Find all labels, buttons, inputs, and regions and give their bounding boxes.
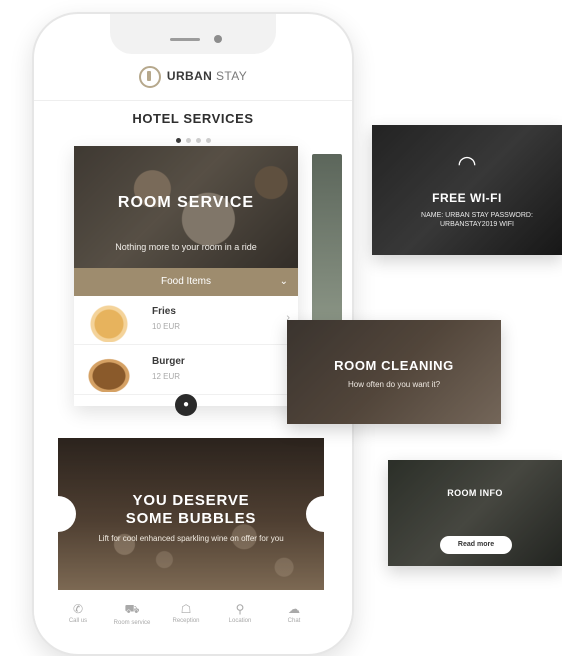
brand-name-light: STAY [215,69,248,84]
item-name: Fries [152,306,176,317]
header-divider [34,100,352,101]
carousel-dots[interactable] [176,130,216,143]
wifi-title: FREE WI-FI [432,191,502,205]
nav-item-call[interactable]: ✆ Call us [56,602,100,624]
dropdown-label: Food Items [160,276,212,287]
room-service-title: ROOM SERVICE [117,194,255,211]
nav-label: Location [228,618,252,624]
brand-header: URBAN STAY [34,66,352,88]
speaker-icon [170,38,200,41]
promo-title: YOU DESERVE SOME BUBBLES [58,492,324,528]
nav-item-chat[interactable]: ☁ Chat [272,602,316,624]
nav-item-location[interactable]: ⚲ Location [218,602,262,624]
cleaning-title: ROOM CLEANING [334,358,454,373]
page-title: HOTEL SERVICES [132,111,254,126]
cleaning-subtitle: How often do you want it? [347,380,441,389]
wifi-subtitle: NAME: URBAN STAY PASSWORD: URBANSTAY2019… [421,212,533,228]
nav-item-room-service[interactable]: ⛟ Room service [110,602,154,626]
logo-icon [138,66,161,88]
fries-thumbnail [80,302,138,342]
info-title: ROOM INFO [447,488,503,498]
list-item[interactable]: Burger 12 EUR › [74,346,298,395]
room-service-subtitle: Nothing more to your room in a ride [115,242,257,252]
brand-name-bold: URBAN [166,69,213,84]
room-service-card[interactable]: ROOM SERVICE Nothing more to your room i… [74,146,298,406]
food-items-dropdown[interactable]: Food Items ⌄ [74,268,298,296]
item-price: 12 EUR [152,372,181,381]
cart-icon: ⛟ [124,602,140,616]
list-item[interactable]: Fries 10 EUR › [74,296,298,345]
room-service-image: ROOM SERVICE Nothing more to your room i… [74,146,298,268]
nav-label: Room service [113,620,151,626]
expand-button[interactable]: ● [175,394,197,416]
read-more-button[interactable]: Read more [440,536,512,554]
chevron-down-icon: ⌄ [279,276,288,287]
promo-ticket-card[interactable]: YOU DESERVE SOME BUBBLES Lift for cool e… [58,438,324,590]
pin-icon: ⚲ [235,602,245,616]
wifi-icon: ◠ [457,151,477,176]
chat-icon: ☁ [288,602,300,616]
nav-item-reception[interactable]: ☖ Reception [164,602,208,624]
item-price: 10 EUR [152,322,181,331]
carousel-dot[interactable] [186,138,191,143]
wifi-card[interactable]: ◠ FREE WI-FI NAME: URBAN STAY PASSWORD: … [372,125,562,255]
bell-icon: ☖ [180,602,192,616]
item-name: Burger [152,356,185,367]
nav-label: Reception [172,618,200,624]
room-info-card[interactable]: ROOM INFO Read more [388,460,562,566]
room-cleaning-card[interactable]: ROOM CLEANING How often do you want it? [287,320,501,424]
camera-icon [214,35,222,43]
promo-title-line: YOU DESERVE [132,492,250,509]
next-card-peek[interactable] [312,154,342,322]
phone-notch [110,14,276,54]
promo-subtitle: Lift for cool enhanced sparkling wine on… [98,534,284,543]
burger-thumbnail [80,352,138,392]
nav-label: Chat [287,618,301,624]
bottom-nav: ✆ Call us ⛟ Room service ☖ Reception ⚲ L… [34,598,352,638]
carousel-dot[interactable] [206,138,211,143]
carousel-dot[interactable] [196,138,201,143]
phone-icon: ✆ [72,602,84,616]
nav-label: Call us [68,618,88,624]
plus-icon: ● [182,399,190,410]
promo-title-line: SOME BUBBLES [125,510,257,527]
carousel-dot[interactable] [176,138,181,143]
